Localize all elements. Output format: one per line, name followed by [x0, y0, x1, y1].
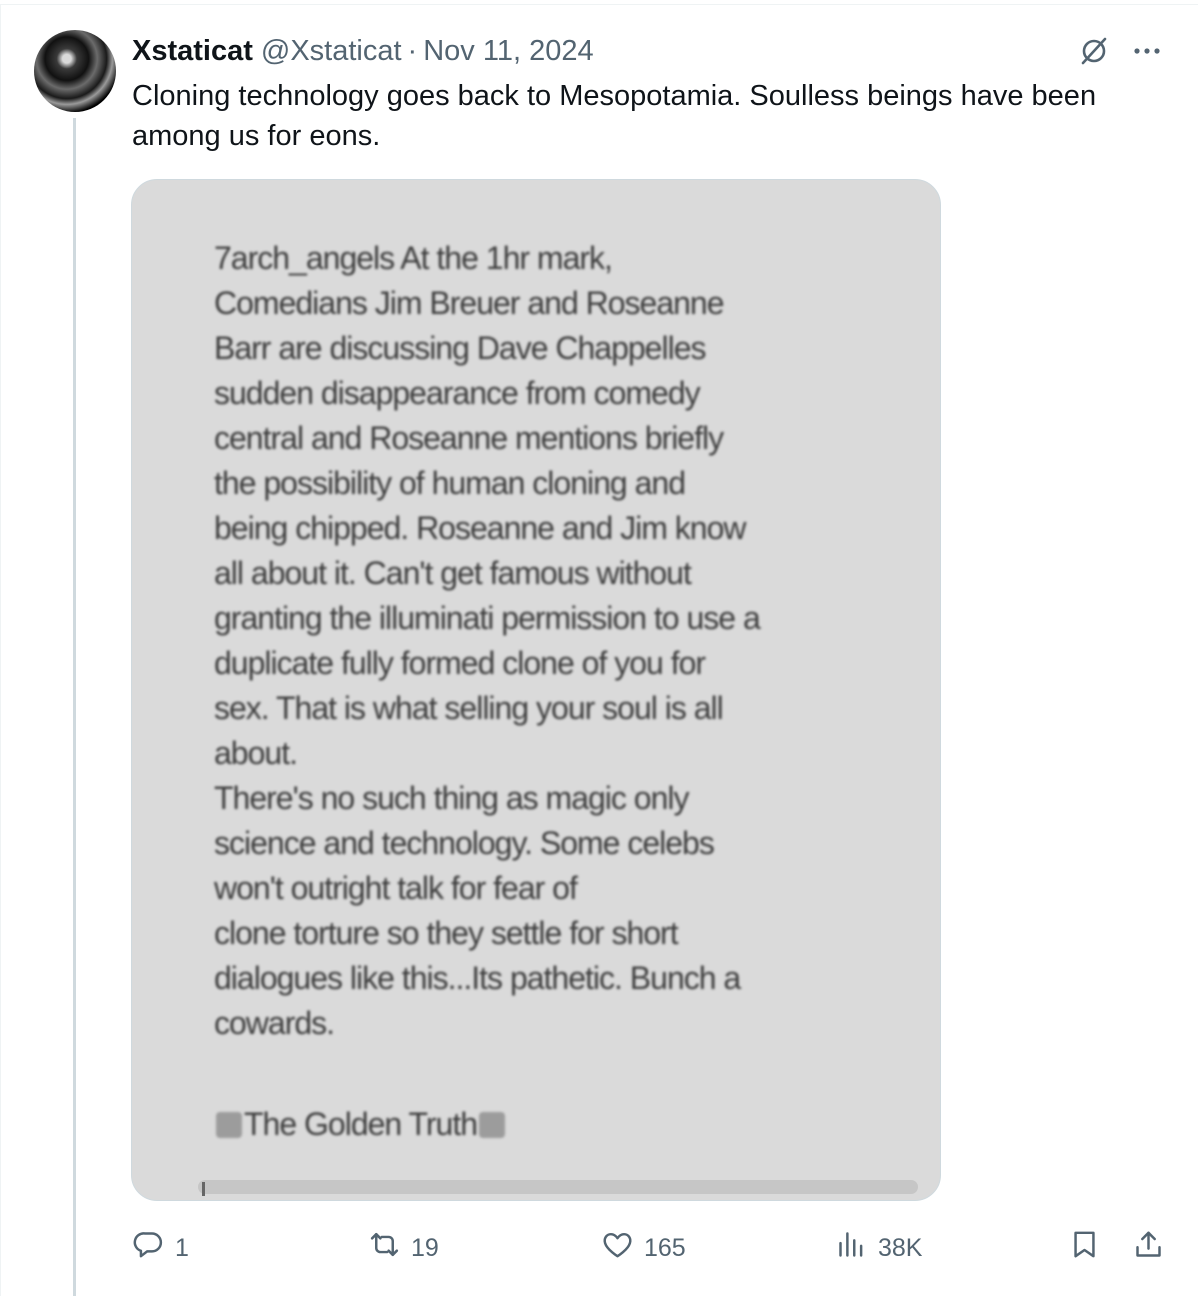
media-cursor-mark [202, 1182, 205, 1196]
handle[interactable]: @Xstaticat [261, 35, 402, 68]
reply-count: 1 [175, 1233, 189, 1262]
repost-icon [368, 1228, 401, 1268]
share-icon [1132, 1228, 1165, 1268]
like-icon [601, 1228, 634, 1268]
tweet-header: Xstaticat @Xstaticat · Nov 11, 2024 [132, 32, 594, 70]
timestamp[interactable]: Nov 11, 2024 [423, 35, 593, 68]
bookmark-icon [1068, 1228, 1101, 1268]
repost-button[interactable]: 19 [368, 1228, 439, 1268]
reply-icon [132, 1228, 165, 1268]
views-icon [835, 1228, 868, 1268]
views-button[interactable]: 38K [835, 1228, 922, 1268]
action-bar: 1 19 165 38K [132, 1228, 1172, 1268]
signature-text: The Golden Truth [244, 1106, 478, 1142]
more-icon[interactable] [1130, 34, 1164, 68]
tweet-text: Cloning technology goes back to Mesopota… [132, 80, 1097, 152]
emoji-box-icon [216, 1111, 242, 1138]
grok-icon[interactable] [1077, 34, 1111, 68]
bookmark-button[interactable] [1068, 1228, 1101, 1268]
display-name[interactable]: Xstaticat [132, 35, 253, 68]
repost-count: 19 [411, 1233, 439, 1262]
views-count: 38K [878, 1233, 923, 1262]
media-caption-text: 7arch_angels At the 1hr mark, Comedians … [214, 240, 761, 1041]
share-button[interactable] [1132, 1228, 1165, 1268]
media-signature: The Golden Truth [214, 1106, 507, 1143]
top-divider [0, 4, 1198, 5]
thread-line [73, 118, 76, 1296]
reply-button[interactable]: 1 [132, 1228, 189, 1268]
media-scrollbar [198, 1180, 918, 1194]
like-count: 165 [644, 1233, 686, 1262]
emoji-box-icon [479, 1111, 506, 1138]
separator: · [407, 34, 418, 67]
like-button[interactable]: 165 [601, 1228, 686, 1268]
avatar[interactable] [34, 30, 116, 112]
left-divider [0, 4, 1, 1296]
media-image[interactable]: 7arch_angels At the 1hr mark, Comedians … [131, 179, 941, 1201]
